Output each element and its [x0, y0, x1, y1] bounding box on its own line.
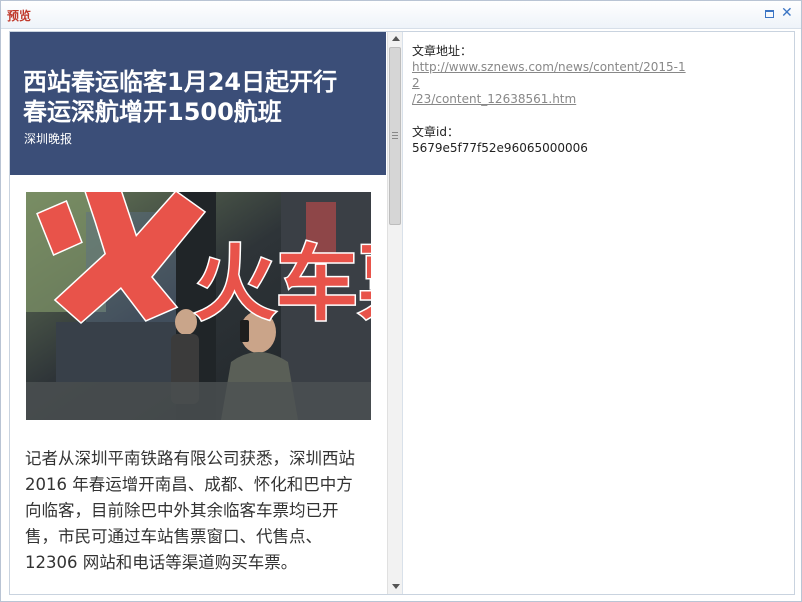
- headline-line-1: 西站春运临客1月24日起开行: [23, 68, 338, 96]
- body-line: 记者从深圳平南铁路有限公司获悉，深圳西站: [25, 449, 355, 468]
- url-label: 文章地址：: [412, 44, 473, 58]
- article-id-value: 5679e5f77f52e96065000006: [412, 141, 588, 155]
- scroll-down-arrow-icon[interactable]: [392, 584, 400, 589]
- window-title: 预览: [7, 9, 32, 23]
- article-url-link[interactable]: http://www.sznews.com/news/content/2015-…: [412, 59, 692, 107]
- pane-divider: [402, 32, 403, 594]
- article-body: 记者从深圳平南铁路有限公司获悉，深圳西站 2016 年春运增开南昌、成都、怀化和…: [25, 446, 373, 576]
- body-line: 售，市民可通过车站售票窗口、代售点、: [25, 527, 322, 546]
- scroll-up-arrow-icon[interactable]: [392, 36, 400, 41]
- scrollbar-thumb[interactable]: [389, 47, 401, 225]
- headline-line-2: 春运深航增开1500航班: [23, 98, 282, 126]
- window-content: 西站春运临客1月24日起开行 春运深航增开1500航班 深圳晚报 火车 记者从深…: [9, 31, 795, 595]
- url-line-1: http://www.sznews.com/news/content/2015-…: [412, 60, 686, 90]
- article-photo: 火车票: [26, 192, 371, 420]
- photo-sign-text: 火车票: [194, 237, 371, 332]
- article-header: 西站春运临客1月24日起开行 春运深航增开1500航班 深圳晚报: [10, 32, 386, 175]
- article-id-label: 文章id：: [412, 125, 459, 139]
- article-preview-pane[interactable]: 西站春运临客1月24日起开行 春运深航增开1500航班 深圳晚报 火车 记者从深…: [10, 32, 386, 594]
- body-line: 12306 网站和电话等渠道购买车票。: [25, 553, 298, 572]
- preview-window: 预览 ✕ 西站春运临客1月24日起开行 春运深航增开1500航班 深圳晚报 火车…: [0, 0, 802, 602]
- preview-scrollbar[interactable]: [387, 32, 402, 594]
- article-headline: 西站春运临客1月24日起开行 春运深航增开1500航班: [23, 67, 378, 127]
- url-line-2: /23/content_12638561.htm: [412, 92, 577, 106]
- body-line: 向临客，目前除巴中外其余临客车票均已开: [25, 501, 339, 520]
- window-titlebar[interactable]: 预览 ✕: [1, 1, 801, 29]
- article-info-pane: 文章地址： http://www.sznews.com/news/content…: [412, 43, 792, 156]
- maximize-icon[interactable]: [764, 8, 776, 20]
- article-source: 深圳晚报: [24, 132, 73, 146]
- close-icon[interactable]: ✕: [781, 5, 793, 21]
- body-line: 2016 年春运增开南昌、成都、怀化和巴中方: [25, 475, 353, 494]
